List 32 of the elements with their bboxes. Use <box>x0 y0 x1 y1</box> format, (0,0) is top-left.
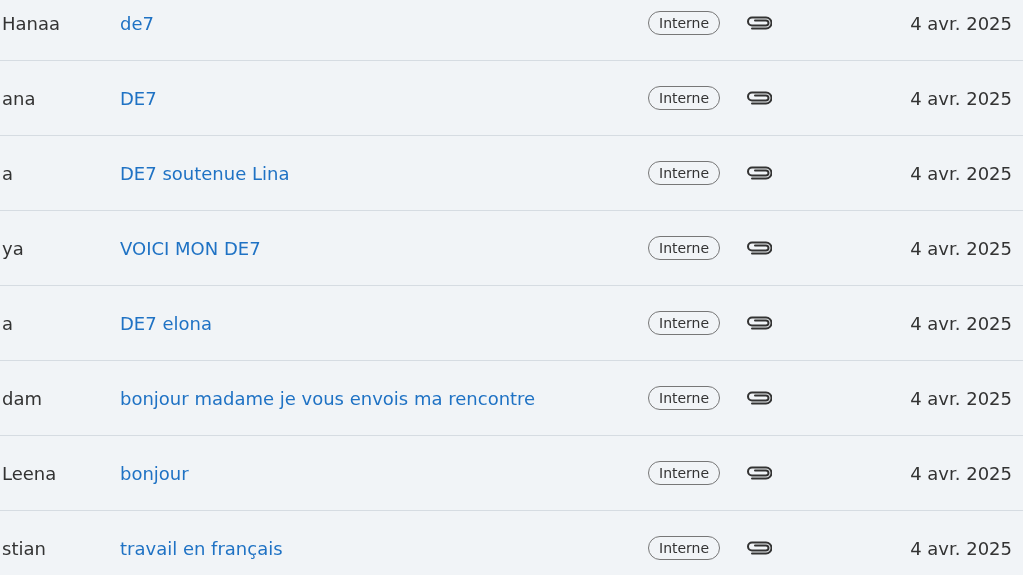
sender-name: Hanaa <box>1 12 61 34</box>
paperclip-icon <box>746 541 772 555</box>
date-text: 4 avr. 2025 <box>910 537 1013 559</box>
paperclip-icon <box>746 241 772 255</box>
sender-name: ya <box>1 237 24 259</box>
sender-name: a <box>1 162 14 184</box>
date-text: 4 avr. 2025 <box>910 12 1013 34</box>
subject-link[interactable]: VOICI MON DE7 <box>120 237 261 259</box>
paperclip-icon <box>746 16 772 30</box>
date-text: 4 avr. 2025 <box>910 237 1013 259</box>
subject-link[interactable]: bonjour madame je vous envois ma rencontre <box>120 387 536 409</box>
sender-name: Leena <box>1 462 57 484</box>
subject-link[interactable]: bonjour <box>120 462 189 484</box>
subject-link[interactable]: de7 <box>120 12 154 34</box>
date-text: 4 avr. 2025 <box>910 462 1013 484</box>
paperclip-icon <box>746 91 772 105</box>
sender-name: ana <box>1 87 36 109</box>
subject-link[interactable]: DE7 soutenue Lina <box>120 162 290 184</box>
sender-name: dam <box>1 387 42 409</box>
date-text: 4 avr. 2025 <box>910 387 1013 409</box>
sender-name: a <box>1 312 14 334</box>
date-text: 4 avr. 2025 <box>910 312 1013 334</box>
subject-link[interactable]: DE7 <box>120 87 157 109</box>
date-text: 4 avr. 2025 <box>910 87 1013 109</box>
date-text: 4 avr. 2025 <box>910 162 1013 184</box>
subject-link[interactable]: DE7 elona <box>120 312 212 334</box>
subject-link[interactable]: travail en français <box>120 537 283 559</box>
paperclip-icon <box>746 391 772 405</box>
paperclip-icon <box>746 316 772 330</box>
paperclip-icon <box>746 466 772 480</box>
sender-name: stian <box>1 537 46 559</box>
paperclip-icon <box>746 166 772 180</box>
